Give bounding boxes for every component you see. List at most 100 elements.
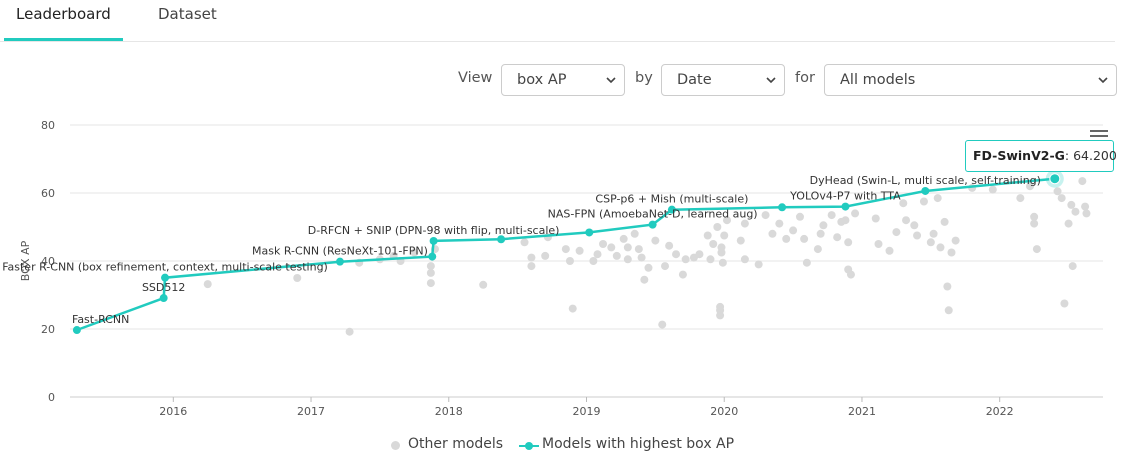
y-tick-label: 20 — [41, 323, 55, 336]
other-model-point — [910, 221, 919, 230]
best-model-point — [1049, 173, 1061, 185]
other-model-point — [902, 216, 911, 225]
other-model-point — [713, 223, 722, 231]
legend-other-models[interactable]: Other models — [408, 436, 503, 452]
legend-marker-best — [519, 442, 539, 450]
best-model-point — [585, 228, 594, 237]
other-model-point — [919, 197, 928, 206]
other-model-point — [874, 240, 883, 248]
other-model-point — [1067, 200, 1076, 209]
other-model-point — [565, 257, 574, 265]
point-label: SSD512 — [142, 281, 185, 294]
other-model-point — [892, 228, 901, 237]
other-model-point — [736, 236, 745, 245]
point-label: D-RFCN + SNIP (DPN-98 with flip, multi-s… — [308, 224, 560, 237]
other-model-point — [527, 262, 536, 271]
other-model-point — [527, 253, 536, 262]
other-model-point — [951, 236, 960, 245]
tooltip-value: 64.200 — [1073, 148, 1117, 163]
chevron-down-icon — [1098, 77, 1108, 84]
other-model-point — [607, 243, 616, 252]
other-model-point — [644, 263, 653, 272]
point-label: CSP-p6 + Mish (multi-scale) — [595, 193, 748, 206]
other-model-point — [709, 240, 718, 248]
group-by-select[interactable]: Date — [661, 64, 785, 96]
other-model-point — [599, 240, 608, 248]
other-model-point — [1057, 194, 1066, 203]
other-model-point — [1053, 187, 1062, 196]
other-model-point — [1064, 219, 1073, 228]
other-model-point — [426, 262, 435, 271]
by-label: by — [635, 70, 653, 86]
other-model-point — [672, 250, 681, 259]
other-model-point — [813, 245, 822, 254]
y-tick-label: 60 — [41, 187, 55, 200]
model-filter-select[interactable]: All models — [824, 64, 1117, 96]
best-model-point — [841, 202, 850, 211]
other-model-point — [933, 194, 942, 203]
other-model-point — [623, 255, 632, 264]
other-model-point — [293, 274, 302, 282]
other-model-point — [1016, 194, 1025, 203]
other-model-point — [844, 238, 853, 247]
other-model-point — [800, 234, 809, 243]
other-model-point — [1082, 209, 1091, 218]
chart-legend: Other models Models with highest box AP — [0, 436, 1135, 456]
tab-leaderboard[interactable]: Leaderboard — [16, 0, 111, 40]
tab-dataset[interactable]: Dataset — [158, 0, 217, 40]
other-model-point — [568, 304, 577, 313]
best-model-point — [778, 203, 787, 212]
x-tick-label: 2017 — [297, 405, 325, 418]
other-model-point — [1071, 207, 1080, 216]
other-model-point — [940, 217, 949, 226]
point-tooltip: FD-SwinV2-G: 64.200 — [965, 140, 1117, 172]
other-model-point — [520, 238, 529, 247]
other-model-point — [561, 245, 570, 254]
other-model-point — [681, 255, 690, 264]
best-model-point — [648, 220, 657, 229]
other-model-point — [640, 275, 649, 284]
best-model-point — [921, 186, 930, 195]
metric-select[interactable]: box AP — [501, 64, 625, 96]
chevron-down-icon — [606, 77, 616, 84]
other-model-point — [1060, 299, 1069, 308]
other-model-point — [717, 248, 726, 257]
other-model-point — [665, 241, 674, 250]
point-label: YOLOv4-P7 with TTA — [789, 190, 901, 203]
other-model-point — [936, 243, 945, 252]
other-model-point — [782, 234, 791, 243]
best-model-point — [428, 252, 437, 261]
other-model-point — [871, 214, 880, 223]
y-tick-label: 80 — [41, 119, 55, 132]
other-model-point — [718, 258, 727, 267]
other-model-point — [789, 226, 798, 235]
other-model-point — [943, 282, 952, 291]
other-model-point — [637, 253, 646, 262]
other-model-point — [479, 280, 488, 289]
other-model-point — [929, 229, 938, 238]
tooltip-separator: : — [1064, 148, 1070, 163]
point-label: Faster R-CNN (box refinement, context, m… — [2, 261, 328, 274]
best-model-point — [429, 236, 438, 245]
other-model-point — [754, 260, 763, 269]
other-model-point — [716, 302, 725, 311]
model-filter-select-value: All models — [840, 72, 916, 88]
other-model-point — [661, 262, 670, 271]
legend-best-models[interactable]: Models with highest box AP — [542, 436, 734, 452]
other-model-point — [1078, 177, 1087, 186]
point-label: Fast-RCNN — [72, 313, 129, 326]
group-by-select-value: Date — [677, 72, 712, 88]
chevron-down-icon — [766, 77, 776, 84]
other-model-point — [913, 231, 922, 240]
point-label: NAS-FPN (AmoebaNet-D, learned aug) — [548, 208, 758, 221]
other-model-point — [678, 270, 687, 279]
other-model-point — [593, 250, 602, 259]
other-model-point — [541, 251, 550, 260]
other-model-point — [1030, 212, 1039, 221]
other-model-point — [589, 257, 598, 265]
for-label: for — [795, 70, 815, 86]
other-model-point — [706, 255, 715, 264]
other-model-point — [703, 231, 712, 240]
best-model-point — [159, 294, 168, 303]
other-model-point — [426, 279, 435, 288]
